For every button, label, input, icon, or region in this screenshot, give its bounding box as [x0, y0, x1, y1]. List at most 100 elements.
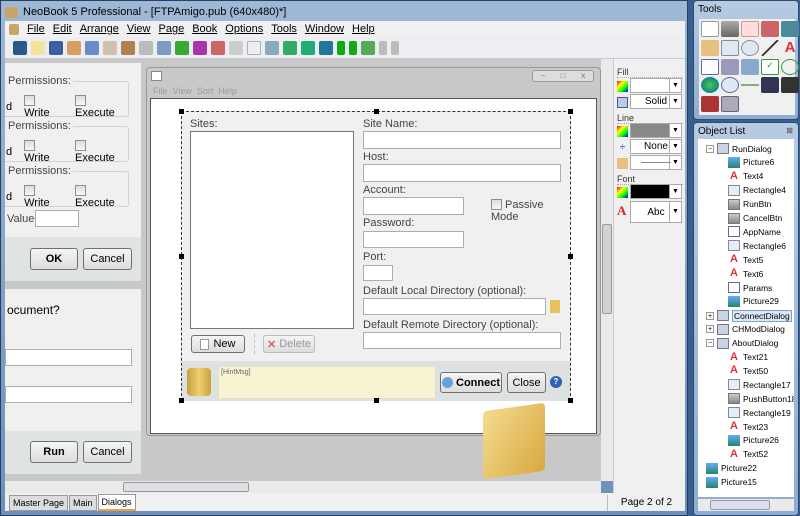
object-list-item[interactable]: Params [728, 282, 772, 293]
account-input[interactable] [363, 197, 464, 215]
menu-help[interactable]: Help [352, 23, 375, 35]
text-box-tool-icon[interactable] [741, 21, 759, 37]
article-tool-icon[interactable] [761, 21, 779, 37]
page-props-icon[interactable] [265, 40, 279, 55]
collapse-icon[interactable]: − [706, 339, 714, 348]
object-list-item[interactable]: Picture6 [728, 156, 774, 168]
minimize-icon[interactable]: – [541, 71, 545, 81]
folder-picture-object[interactable] [483, 402, 545, 480]
password-input[interactable] [363, 231, 464, 248]
prev-page-icon[interactable] [349, 40, 357, 55]
menu-book[interactable]: Book [192, 23, 217, 35]
host-input[interactable] [363, 164, 561, 182]
run-page-icon[interactable] [301, 40, 315, 55]
rectangle-tool-icon[interactable] [721, 39, 739, 56]
menu-tools[interactable]: Tools [271, 23, 297, 35]
expand-icon[interactable]: + [706, 311, 714, 320]
fill-color-dropdown[interactable]: ▼ [630, 78, 682, 93]
menu-window[interactable]: Window [305, 23, 344, 35]
close-panel-icon[interactable]: ⊠ [786, 126, 793, 135]
collapse-icon[interactable]: − [706, 144, 714, 153]
passive-mode-checkbox[interactable]: Passive Mode [491, 199, 570, 223]
page-icon[interactable] [157, 40, 171, 55]
canvas-menu-view[interactable]: View [173, 86, 192, 96]
resize-handle[interactable] [179, 109, 184, 114]
params-input[interactable] [5, 386, 132, 403]
run-button[interactable]: Run [30, 441, 78, 463]
container-tool-icon[interactable] [721, 96, 739, 113]
object-list-item[interactable]: A Text23 [728, 421, 768, 432]
compile-icon[interactable] [319, 40, 333, 55]
cut-icon[interactable] [85, 40, 99, 55]
checkbox-tool-icon[interactable]: ✓ [761, 58, 779, 75]
button-tool-icon[interactable] [721, 21, 739, 37]
help-icon[interactable]: ? [550, 376, 562, 388]
resize-handle[interactable] [374, 109, 379, 114]
object-list-item[interactable]: CancelBtn [728, 212, 782, 224]
new-page-icon[interactable] [247, 40, 261, 55]
radio-tool-icon[interactable] [781, 58, 799, 75]
close-icon[interactable]: x [581, 71, 585, 81]
object-list-item[interactable]: Picture15 [706, 476, 757, 488]
video-tool-icon[interactable] [781, 77, 799, 94]
local-dir-input[interactable] [363, 298, 546, 315]
timer-tool-icon[interactable] [721, 77, 739, 94]
resize-handle[interactable] [568, 254, 573, 259]
site-name-input[interactable] [363, 131, 561, 149]
write-checkbox[interactable]: Write [24, 140, 63, 164]
slider-tool-icon[interactable] [741, 77, 759, 94]
object-list-item[interactable]: PushButton18 [728, 393, 794, 405]
object-list-item[interactable]: A Text21 [728, 351, 768, 363]
new-book-icon[interactable] [13, 40, 27, 55]
next-page-icon[interactable] [379, 40, 387, 55]
tab-main[interactable]: Main [69, 495, 97, 511]
scroll-thumb[interactable] [710, 500, 770, 510]
tab-master-page[interactable]: Master Page [9, 495, 69, 511]
object-list-item[interactable]: Picture26 [728, 434, 779, 446]
object-list-item[interactable]: + CHModDialog [706, 323, 785, 335]
menu-page[interactable]: Page [159, 23, 185, 35]
open-icon[interactable] [31, 40, 45, 55]
canvas-menu-help[interactable]: Help [218, 86, 237, 96]
list-box-tool-icon[interactable] [721, 58, 739, 75]
cancel-button[interactable]: Cancel [83, 441, 132, 463]
line-color-dropdown[interactable]: ▼ [630, 123, 682, 138]
text-entry-tool-icon[interactable] [701, 58, 719, 75]
object-list-item[interactable]: AppName [728, 226, 781, 238]
save-icon[interactable] [49, 40, 63, 55]
object-list-item[interactable]: Rectangle19 [728, 407, 791, 419]
browse-folder-icon[interactable] [550, 300, 560, 313]
delete-icon[interactable] [139, 40, 153, 55]
object-list-item[interactable]: Rectangle6 [728, 240, 786, 252]
maximize-icon[interactable]: □ [561, 71, 566, 81]
object-list-item[interactable]: − AboutDialog [706, 337, 778, 349]
expand-icon[interactable]: + [706, 325, 714, 334]
connect-dialog-object[interactable]: Sites: Site Name: Host: Account: Passive… [179, 109, 573, 403]
ok-button[interactable]: OK [30, 248, 78, 270]
object-list-item[interactable]: A Text6 [728, 268, 763, 279]
scroll-thumb[interactable] [123, 482, 249, 492]
horizontal-scrollbar[interactable] [5, 481, 601, 493]
object-list-item[interactable]: A Text5 [728, 254, 763, 265]
tab-dialogs[interactable]: Dialogs [97, 494, 136, 511]
line-tool-icon[interactable] [761, 39, 779, 56]
paste-icon[interactable] [121, 40, 135, 55]
menu-view[interactable]: View [127, 23, 151, 35]
sites-list[interactable] [190, 131, 354, 329]
resize-handle[interactable] [179, 398, 184, 403]
media-tool-icon[interactable] [761, 77, 779, 94]
group-icon[interactable] [175, 40, 189, 55]
scroll-thumb[interactable] [602, 224, 612, 314]
object-list-scrollbar[interactable] [698, 499, 794, 511]
menu-options[interactable]: Options [225, 23, 263, 35]
object-list-item[interactable]: A Text4 [728, 170, 763, 182]
menu-arrange[interactable]: Arrange [80, 23, 119, 35]
align-icon[interactable] [229, 40, 243, 55]
canvas-menu-file[interactable]: File [153, 86, 168, 96]
font-color-dropdown[interactable]: ▼ [630, 184, 682, 199]
object-list-item[interactable]: A Text52 [728, 448, 768, 460]
ungroup-icon[interactable] [193, 40, 207, 55]
vertical-scrollbar[interactable] [601, 59, 613, 481]
ellipse-tool-icon[interactable] [741, 39, 759, 56]
value-input[interactable] [35, 210, 79, 227]
